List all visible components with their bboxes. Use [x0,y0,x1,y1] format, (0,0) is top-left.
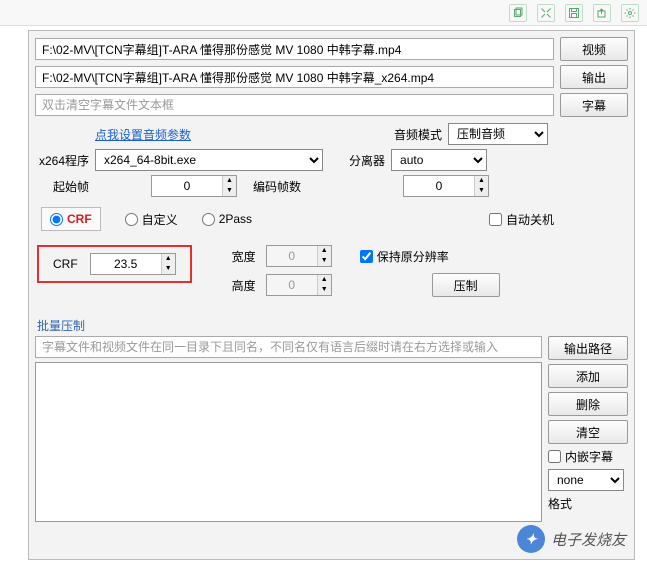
spinner-up-icon[interactable]: ▲ [162,254,175,264]
auto-shutdown-checkbox[interactable]: 自动关机 [489,211,554,228]
watermark-logo-icon: ✦ [517,525,545,553]
spinner-up-icon[interactable]: ▲ [223,176,236,186]
batch-info-input[interactable] [35,336,542,358]
spinner-down-icon[interactable]: ▼ [475,186,488,196]
audio-mode-label: 音频模式 [394,126,442,143]
spinner-down-icon[interactable]: ▼ [318,256,331,266]
audio-mode-select[interactable]: 压制音频 [448,123,548,145]
frame-count-spinner[interactable]: ▲▼ [403,175,489,197]
output-dir-button[interactable]: 输出路径 [548,336,628,360]
crf-spinner[interactable]: ▲▼ [90,253,176,275]
x264-label: x264程序 [35,152,89,169]
expand-icon[interactable] [537,4,555,22]
spinner-up-icon[interactable]: ▲ [318,246,331,256]
add-button[interactable]: 添加 [548,364,628,388]
subtitle-lang-select[interactable]: none [548,469,624,491]
crf-highlight-box: CRF ▲▼ [37,245,192,283]
audio-params-link[interactable]: 点我设置音频参数 [95,126,191,143]
batch-list[interactable] [35,362,542,522]
mode-crf-radio[interactable]: CRF [41,207,101,231]
mode-2pass-radio[interactable]: 2Pass [202,212,252,226]
top-toolbar [0,0,647,26]
spinner-up-icon[interactable]: ▲ [475,176,488,186]
format-label: 格式 [548,495,628,512]
subtitle-button[interactable]: 字幕 [560,93,628,117]
delete-button[interactable]: 删除 [548,392,628,416]
share-icon[interactable] [593,4,611,22]
embed-subtitle-checkbox[interactable]: 内嵌字幕 [548,448,628,465]
batch-section-label: 批量压制 [37,317,628,334]
demuxer-select[interactable]: auto [391,149,487,171]
watermark: ✦ 电子发烧友 [517,525,626,553]
clear-button[interactable]: 清空 [548,420,628,444]
spinner-down-icon[interactable]: ▼ [223,186,236,196]
demuxer-label: 分离器 [349,152,385,169]
spinner-down-icon[interactable]: ▼ [162,264,175,274]
keep-resolution-checkbox[interactable]: 保持原分辨率 [360,248,449,265]
encode-button[interactable]: 压制 [432,273,500,297]
encoder-panel: 视频 输出 字幕 点我设置音频参数 音频模式 压制音频 x264程序 x264_… [28,30,635,560]
output-path-input[interactable] [35,66,554,88]
crf-label: CRF [53,257,78,271]
height-label: 高度 [232,277,256,294]
width-spinner[interactable]: ▲▼ [266,245,332,267]
watermark-text: 电子发烧友 [551,529,626,550]
spinner-down-icon[interactable]: ▼ [318,285,331,295]
output-button[interactable]: 输出 [560,65,628,89]
video-path-input[interactable] [35,38,554,60]
save-icon[interactable] [565,4,583,22]
subtitle-path-input[interactable] [35,94,554,116]
copy-icon[interactable] [509,4,527,22]
start-frame-label: 起始帧 [35,178,89,195]
mode-custom-radio[interactable]: 自定义 [125,211,178,228]
start-frame-spinner[interactable]: ▲▼ [151,175,237,197]
x264-select[interactable]: x264_64-8bit.exe [95,149,323,171]
height-spinner[interactable]: ▲▼ [266,274,332,296]
video-button[interactable]: 视频 [560,37,628,61]
settings-icon[interactable] [621,4,639,22]
width-label: 宽度 [232,248,256,265]
frame-count-label: 编码帧数 [253,178,301,195]
spinner-up-icon[interactable]: ▲ [318,275,331,285]
